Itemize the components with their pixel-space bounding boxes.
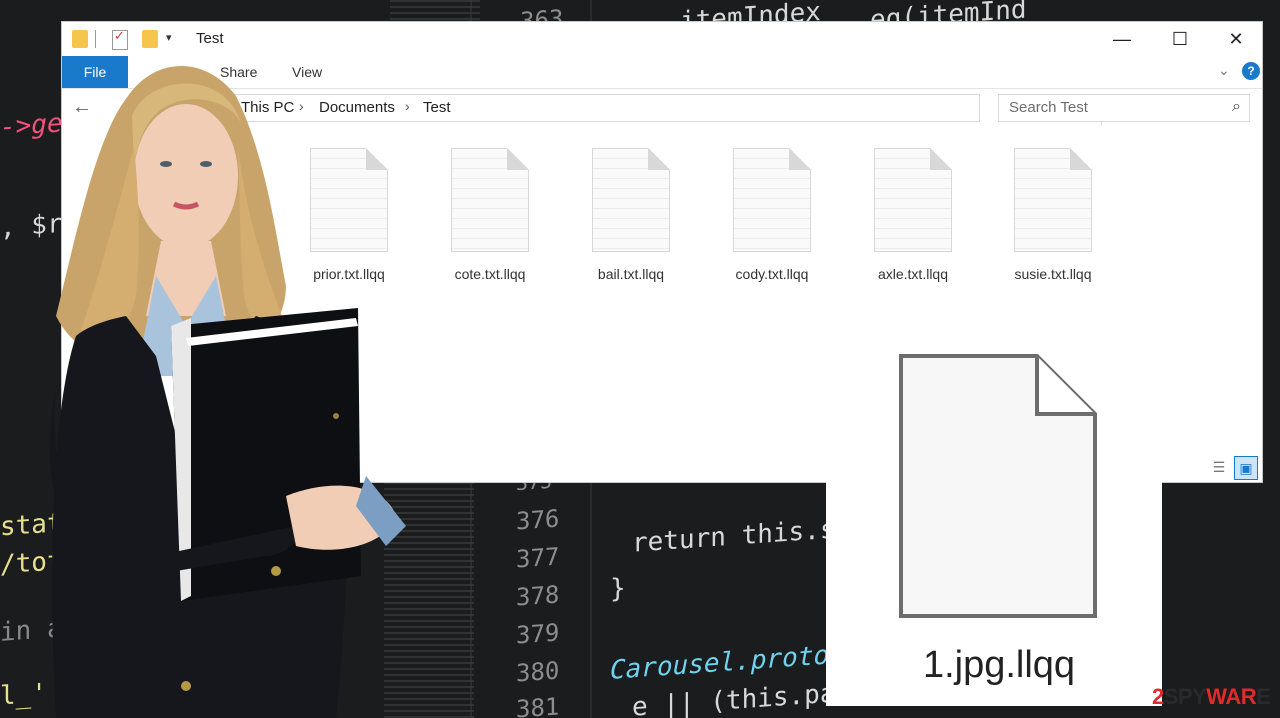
line-number: 376 [516, 504, 560, 536]
toolbar-separator [95, 30, 96, 48]
large-file-icon [899, 354, 1097, 618]
breadcrumb-test[interactable]: Test [423, 99, 451, 116]
document-icon [451, 148, 529, 252]
file-name: bail.txt.llqq [597, 266, 665, 282]
site-watermark: 2SPYWARE [1152, 684, 1271, 710]
watermark-war: WAR [1206, 684, 1257, 709]
file-item[interactable]: susie.txt.llqq [998, 148, 1108, 282]
search-input[interactable]: Search Test ⌕ [998, 94, 1250, 122]
watermark-spy: SPY [1163, 684, 1207, 709]
file-name: axle.txt.llqq [877, 266, 949, 282]
line-number: 380 [516, 656, 560, 688]
help-button[interactable]: ? [1242, 62, 1260, 80]
file-name: susie.txt.llqq [1014, 266, 1092, 282]
maximize-button[interactable]: ☐ [1160, 26, 1200, 52]
line-number: 379 [516, 618, 560, 650]
file-item[interactable]: axle.txt.llqq [858, 148, 968, 282]
document-icon [1014, 148, 1092, 252]
watermark-e: E [1256, 684, 1271, 709]
line-number: 377 [516, 542, 560, 574]
search-icon[interactable]: ⌕ [1232, 98, 1241, 116]
line-number: 381 [516, 692, 560, 718]
code-line: } [610, 573, 626, 605]
file-name: cote.txt.llqq [454, 266, 526, 282]
details-view-icon[interactable]: ☰ [1208, 456, 1230, 478]
window-title: Test [196, 30, 224, 47]
featured-file-name: 1.jpg.llqq [922, 644, 1076, 686]
file-item[interactable]: cody.txt.llqq [717, 148, 827, 282]
file-item[interactable]: cote.txt.llqq [435, 148, 545, 282]
file-name: cody.txt.llqq [735, 266, 809, 282]
businesswoman-illustration [50, 66, 406, 718]
large-icons-view-icon[interactable]: ▣ [1234, 456, 1258, 480]
line-number: 378 [516, 580, 560, 612]
editor-minimap [390, 0, 480, 22]
title-bar: ▾ Test — ☐ ✕ [62, 22, 1262, 56]
document-icon [592, 148, 670, 252]
expand-ribbon-chevron-icon[interactable]: ⌄ [1218, 62, 1230, 79]
close-button[interactable]: ✕ [1216, 26, 1256, 52]
watermark-num: 2 [1152, 684, 1164, 709]
folder-icon[interactable] [72, 30, 88, 48]
properties-icon[interactable] [112, 28, 128, 50]
customize-toolbar-chevron-icon[interactable]: ▾ [166, 31, 178, 49]
file-item[interactable]: bail.txt.llqq [576, 148, 686, 282]
search-placeholder: Search Test [1009, 99, 1088, 116]
document-icon [874, 148, 952, 252]
new-folder-icon[interactable] [142, 30, 158, 48]
minimize-button[interactable]: — [1102, 26, 1142, 52]
document-icon [733, 148, 811, 252]
